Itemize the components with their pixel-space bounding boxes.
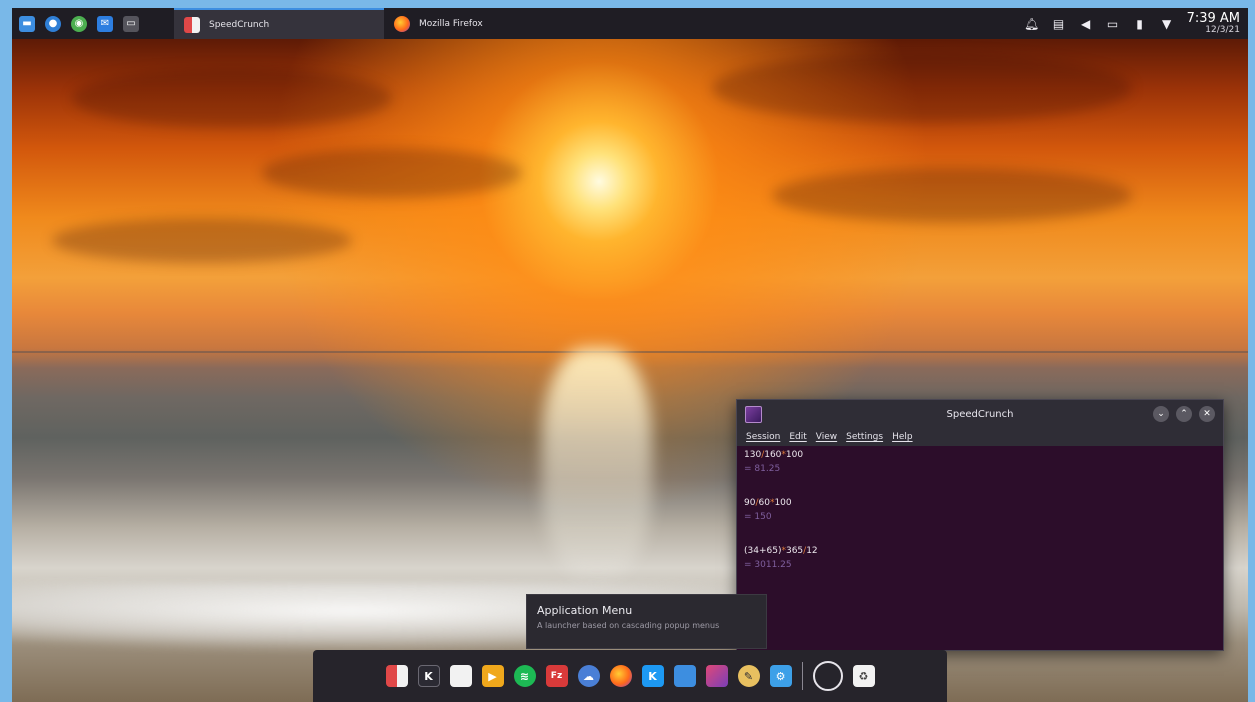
application-menu-tooltip: Application Menu A launcher based on cas… <box>526 594 767 649</box>
result: = 3011.25 <box>744 560 792 570</box>
kgpg-icon[interactable]: ✎ <box>737 665 760 687</box>
terminal-icon[interactable]: ▭ <box>123 15 139 32</box>
speedcrunch-window: SpeedCrunch ⌄ ⌃ ✕ Session Edit View Sett… <box>736 399 1224 651</box>
menu-help[interactable]: Help <box>892 432 913 442</box>
discover-icon[interactable]: ● <box>45 15 61 32</box>
task-firefox[interactable]: Mozilla Firefox <box>384 8 584 39</box>
close-button[interactable]: ✕ <box>1199 406 1215 422</box>
firefox-icon <box>394 15 410 32</box>
volume-icon[interactable]: ◀︎ <box>1079 17 1093 31</box>
application-menu-icon[interactable] <box>812 661 843 691</box>
expression: (34+65)*365/12 <box>744 546 818 556</box>
window-title: SpeedCrunch <box>946 408 1014 420</box>
speedcrunch-icon <box>184 16 200 33</box>
quick-launchers: ▬ ● ◉ ✉ ▭ <box>12 15 174 32</box>
dock: K ▶ ≋ Fz ☁ K ✎ ⚙ ♻ <box>313 650 947 702</box>
history-entry: 130/160*100 = 81.25 <box>744 450 1216 474</box>
history-entry: (34+65)*365/12 = 3011.25 <box>744 546 1216 570</box>
wifi-icon[interactable]: ▼ <box>1160 17 1174 31</box>
top-panel: ▬ ● ◉ ✉ ▭ SpeedCrunch Mozilla Firefox 🔔︎… <box>12 8 1248 39</box>
menu-session[interactable]: Session <box>746 432 780 442</box>
dolphin-icon[interactable]: ▬ <box>19 15 35 32</box>
clock-time: 7:39 AM <box>1186 11 1240 26</box>
chrome-icon[interactable]: ◉ <box>71 15 87 32</box>
expression: 90/60*100 <box>744 498 792 508</box>
screen-icon[interactable] <box>705 665 728 687</box>
battery-icon[interactable]: ▭ <box>1106 17 1120 31</box>
menu-edit[interactable]: Edit <box>789 432 806 442</box>
kde-store-icon[interactable]: K <box>641 665 664 687</box>
clock-date: 12/3/21 <box>1205 25 1240 35</box>
folder-icon[interactable] <box>673 665 696 687</box>
window-titlebar[interactable]: SpeedCrunch ⌄ ⌃ ✕ <box>737 400 1223 428</box>
expression: 130/160*100 <box>744 450 804 460</box>
usb-icon[interactable]: ▮ <box>1133 17 1147 31</box>
result: = 81.25 <box>744 464 781 474</box>
filezilla-icon[interactable]: Fz <box>545 665 568 687</box>
trash-icon[interactable]: ♻ <box>852 665 875 687</box>
firefox-icon[interactable] <box>609 665 632 687</box>
document-icon[interactable] <box>449 665 472 687</box>
system-monitor-icon[interactable]: ⚙ <box>769 665 792 687</box>
tooltip-title: Application Menu <box>537 604 633 617</box>
maximize-button[interactable]: ⌃ <box>1176 406 1192 422</box>
result-display[interactable]: 130/160*100 = 81.25 90/60*100 = 150 (34+… <box>737 446 1223 598</box>
menubar: Session Edit View Settings Help <box>737 428 1223 446</box>
clock[interactable]: 7:39 AM 12/3/21 <box>1187 12 1240 35</box>
desktop-wallpaper: ▬ ● ◉ ✉ ▭ SpeedCrunch Mozilla Firefox 🔔︎… <box>12 8 1248 702</box>
speedcrunch-icon[interactable] <box>385 665 408 687</box>
minimize-button[interactable]: ⌄ <box>1153 406 1169 422</box>
bell-icon[interactable]: 🔔︎ <box>1024 17 1039 31</box>
history-entry: 90/60*100 = 150 <box>744 498 1216 522</box>
tooltip-subtitle: A launcher based on cascading popup menu… <box>537 621 720 630</box>
kmail-icon[interactable]: ✉ <box>97 15 113 32</box>
spotify-icon[interactable]: ≋ <box>513 665 536 687</box>
result: = 150 <box>744 512 772 522</box>
task-label: Mozilla Firefox <box>419 18 483 29</box>
kdevelop-icon[interactable]: K <box>417 665 440 687</box>
menu-settings[interactable]: Settings <box>846 432 883 442</box>
dock-separator <box>801 662 803 690</box>
slides-icon[interactable]: ▶ <box>481 665 504 687</box>
menu-view[interactable]: View <box>816 432 837 442</box>
system-tray: 🔔︎ ▤ ◀︎ ▭ ▮ ▼ 7:39 AM 12/3/21 <box>1024 12 1248 35</box>
clipboard-icon[interactable]: ▤ <box>1052 17 1066 31</box>
task-label: SpeedCrunch <box>209 19 270 30</box>
cloud-icon[interactable]: ☁ <box>577 665 600 687</box>
task-speedcrunch[interactable]: SpeedCrunch <box>174 8 384 39</box>
